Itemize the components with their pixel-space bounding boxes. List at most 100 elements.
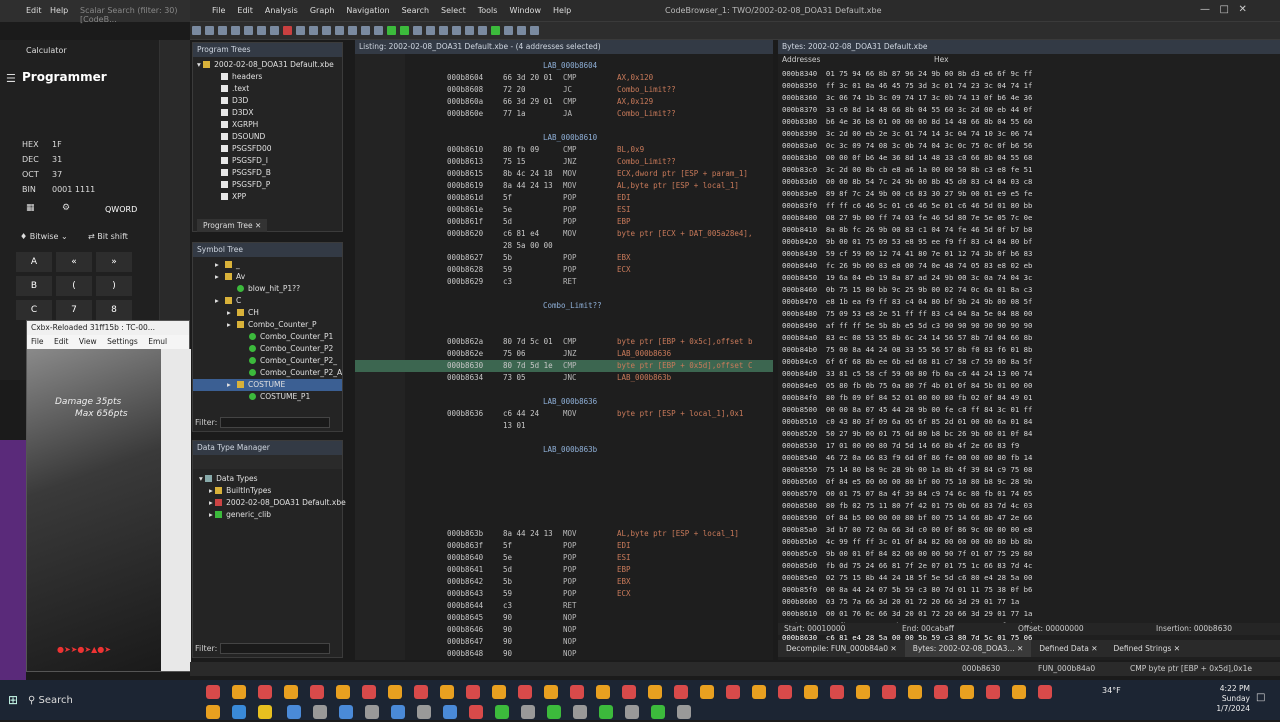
listing-instruction-row[interactable]: 000b862e 75 06 JNZ LAB_000b8636	[355, 348, 773, 360]
listing-instruction-row[interactable]: 000b8619 8a 44 24 13 MOV AL,byte ptr [ESP +…	[355, 180, 773, 192]
program-tree-item[interactable]: D3DX	[197, 107, 342, 119]
app-icon[interactable]	[624, 705, 639, 719]
app-icon[interactable]	[804, 685, 818, 699]
bytes-row[interactable]: 000b8610 00 01 76 0c 66 3d 20 01 72 20 6…	[782, 608, 1280, 620]
bytes-row[interactable]: 000b8360 3c 06 74 1b 3c 09 74 17 3c 0b 7…	[782, 92, 1280, 104]
listing-instruction-row[interactable]: 000b8629 c3 RET	[355, 276, 773, 288]
bytes-row[interactable]: 000b84e0 05 80 fb 0b 75 0a 80 7f 4b 01 0…	[782, 380, 1280, 392]
listing-instruction-row[interactable]: 000b861f 5d POP EBP	[355, 216, 773, 228]
app-icon[interactable]	[752, 685, 766, 699]
listing-instruction-row[interactable]: 000b8608 72 20 JC Combo_Limit??	[355, 84, 773, 96]
dtm-root[interactable]: ▾ Data Types	[199, 473, 342, 485]
bytes-row[interactable]: 000b84a0 83 ec 08 53 55 8b 6c 24 14 56 5…	[782, 332, 1280, 344]
listing-instruction-row[interactable]: 000b8641 5d POP EBP	[355, 564, 773, 576]
app-icon[interactable]	[778, 685, 792, 699]
listing-instruction-row[interactable]: 000b860a 66 3d 29 01 CMP AX,0x129	[355, 96, 773, 108]
app-icon[interactable]	[648, 685, 662, 699]
app-icon[interactable]	[466, 685, 480, 699]
listing-instruction-row[interactable]: 000b861d 5f POP EDI	[355, 192, 773, 204]
app-icon[interactable]	[544, 685, 558, 699]
key-lshift[interactable]: «	[56, 252, 92, 272]
listing-instruction-row[interactable]: 13 01	[355, 420, 773, 432]
app-icon[interactable]	[258, 685, 272, 699]
word-size-button[interactable]: QWORD	[105, 205, 137, 214]
program-tree-item[interactable]: PSGSFD_B	[197, 167, 342, 179]
bin-row[interactable]: BIN 0001 1111	[22, 185, 142, 194]
close-icon[interactable]: ✕	[255, 221, 261, 230]
dtm-item[interactable]: ▸ 2002-02-08_DOA31 Default.xbe	[199, 497, 346, 509]
taskbar-search[interactable]: ⚲ Search	[28, 692, 188, 710]
listing-instruction-row[interactable]: 000b8613 75 15 JNZ Combo_Limit??	[355, 156, 773, 168]
app-icon[interactable]	[596, 685, 610, 699]
app-icon[interactable]	[1012, 685, 1026, 699]
key-8[interactable]: 8	[96, 300, 132, 320]
bytes-row[interactable]: 000b83c0 3c 2d 00 8b cb e8 a6 1a 00 00 5…	[782, 164, 1280, 176]
nav-icon[interactable]	[322, 26, 331, 35]
listing-instruction-row[interactable]: 000b8627 5b POP EBX	[355, 252, 773, 264]
bytes-row[interactable]: 000b8370 33 c0 8d 14 48 66 8b 04 55 60 3…	[782, 104, 1280, 116]
program-tree-item[interactable]: PSGSFD00	[197, 143, 342, 155]
app-icon[interactable]	[232, 705, 246, 719]
bytes-row[interactable]: 000b8600 03 75 7a 66 3d 20 01 72 20 66 3…	[782, 596, 1280, 608]
bytes-row[interactable]: 000b8520 50 27 9b 00 01 75 0d 80 b8 bc 2…	[782, 428, 1280, 440]
app-icon[interactable]	[986, 685, 1000, 699]
listing-instruction-row[interactable]: 000b8610 80 fb 09 CMP BL,0x9	[355, 144, 773, 156]
bytes-row[interactable]: 000b85d0 fb 0d 75 24 66 81 7f 2e 07 01 7…	[782, 560, 1280, 572]
tab-defined-strings[interactable]: Defined Strings ✕	[1105, 640, 1188, 657]
app-icon[interactable]	[492, 685, 506, 699]
bytes-row[interactable]: 000b8470 e8 1b ea f9 ff 83 c4 04 80 bf 9…	[782, 296, 1280, 308]
app-icon[interactable]	[206, 685, 220, 699]
bytes-row[interactable]: 000b83e0 89 8f 7c 24 9b 00 c6 83 30 27 9…	[782, 188, 1280, 200]
expand-arrow-icon[interactable]: ▸	[227, 319, 237, 331]
emu-menu-view[interactable]: View	[79, 337, 97, 346]
bytes-row[interactable]: 000b83b0 00 00 0f b6 4e 36 8d 14 48 33 c…	[782, 152, 1280, 164]
bitwise-button[interactable]: ♦ Bitwise ⌄	[20, 232, 68, 241]
bytes-row[interactable]: 000b8350 ff 3c 01 8a 46 45 75 3d 3c 01 7…	[782, 80, 1280, 92]
bytes-row[interactable]: 000b8380 b6 4e 36 b8 01 00 00 00 8d 14 4…	[782, 116, 1280, 128]
bytes-row[interactable]: 000b84c0 6f 6f 68 8b ee 6b ed 68 81 c7 5…	[782, 356, 1280, 368]
keypad-icon[interactable]: ▦	[26, 203, 35, 213]
symbol-tree-item[interactable]: ▸ Av	[193, 271, 342, 283]
nav-icon[interactable]	[244, 26, 253, 35]
listing-instruction-row[interactable]: 000b863f 5f POP EDI	[355, 540, 773, 552]
app-icon[interactable]	[494, 705, 509, 719]
maximize-icon[interactable]: □	[1220, 4, 1229, 15]
bytes-row[interactable]: 000b8390 3c 2d 00 eb 2e 3c 01 74 14 3c 0…	[782, 128, 1280, 140]
bytes-row[interactable]: 000b8430 59 cf 59 00 12 74 41 80 7e 01 1…	[782, 248, 1280, 260]
listing-instruction-row[interactable]: 000b8615 8b 4c 24 18 MOV ECX,dword ptr [ESP…	[355, 168, 773, 180]
app-icon[interactable]	[468, 705, 483, 719]
app-icon[interactable]	[934, 685, 948, 699]
bytes-row[interactable]: 000b83d0 00 00 8b 54 7c 24 9b 00 8b 45 d…	[782, 176, 1280, 188]
minimize-icon[interactable]: —	[1200, 4, 1210, 15]
bytes-row[interactable]: 000b8590 0f 84 b5 00 00 00 80 bf 00 75 1…	[782, 512, 1280, 524]
program-tree-item[interactable]: PSGSFD_I	[197, 155, 342, 167]
menu-analysis[interactable]: Analysis	[259, 0, 304, 22]
listing-instruction-row[interactable]: 000b8648 90 NOP	[355, 648, 773, 660]
bytes-row[interactable]: 000b8460 0b 75 15 80 bb 9c 25 9b 00 02 7…	[782, 284, 1280, 296]
bytes-row[interactable]: 000b8550 75 14 80 b8 9c 28 9b 00 1a 8b 4…	[782, 464, 1280, 476]
bytes-row[interactable]: 000b8450 19 6a 04 eb 19 8a 87 ad 24 9b 0…	[782, 272, 1280, 284]
app-icon[interactable]	[882, 685, 896, 699]
stop-icon[interactable]	[283, 26, 292, 35]
emu-menu-file[interactable]: File	[31, 337, 44, 346]
forward-icon[interactable]	[218, 26, 227, 35]
bytes-row[interactable]: 000b8580 80 fb 02 75 11 80 7f 42 01 75 0…	[782, 500, 1280, 512]
bytes-row[interactable]: 000b8510 c0 43 80 3f 09 6a 05 6f 85 2d 0…	[782, 416, 1280, 428]
listing-instruction-row[interactable]: 000b8645 90 NOP	[355, 612, 773, 624]
app-icon[interactable]	[310, 685, 324, 699]
expand-arrow-icon[interactable]: ▸	[215, 259, 225, 271]
listing-instruction-row[interactable]: 000b8647 90 NOP	[355, 636, 773, 648]
listing-instruction-row[interactable]: 28 5a 00 00	[355, 240, 773, 252]
symbol-tree-item[interactable]: ▸ CH	[193, 307, 342, 319]
back-menu-help[interactable]: Help	[50, 6, 68, 15]
symbol-tree-item[interactable]: Combo_Counter_P1	[193, 331, 342, 343]
app-icon[interactable]	[726, 685, 740, 699]
key-a[interactable]: A	[16, 252, 52, 272]
bytes-row[interactable]: 000b85a0 3d b7 00 72 0a 66 3d c0 00 0f 8…	[782, 524, 1280, 536]
dtm-item[interactable]: ▸ BuiltInTypes	[199, 485, 342, 497]
windows-start-icon[interactable]: ⊞	[8, 693, 18, 707]
app-icon[interactable]	[206, 705, 220, 719]
nav-icon[interactable]	[257, 26, 266, 35]
app-icon[interactable]	[388, 685, 402, 699]
app-icon[interactable]	[908, 685, 922, 699]
